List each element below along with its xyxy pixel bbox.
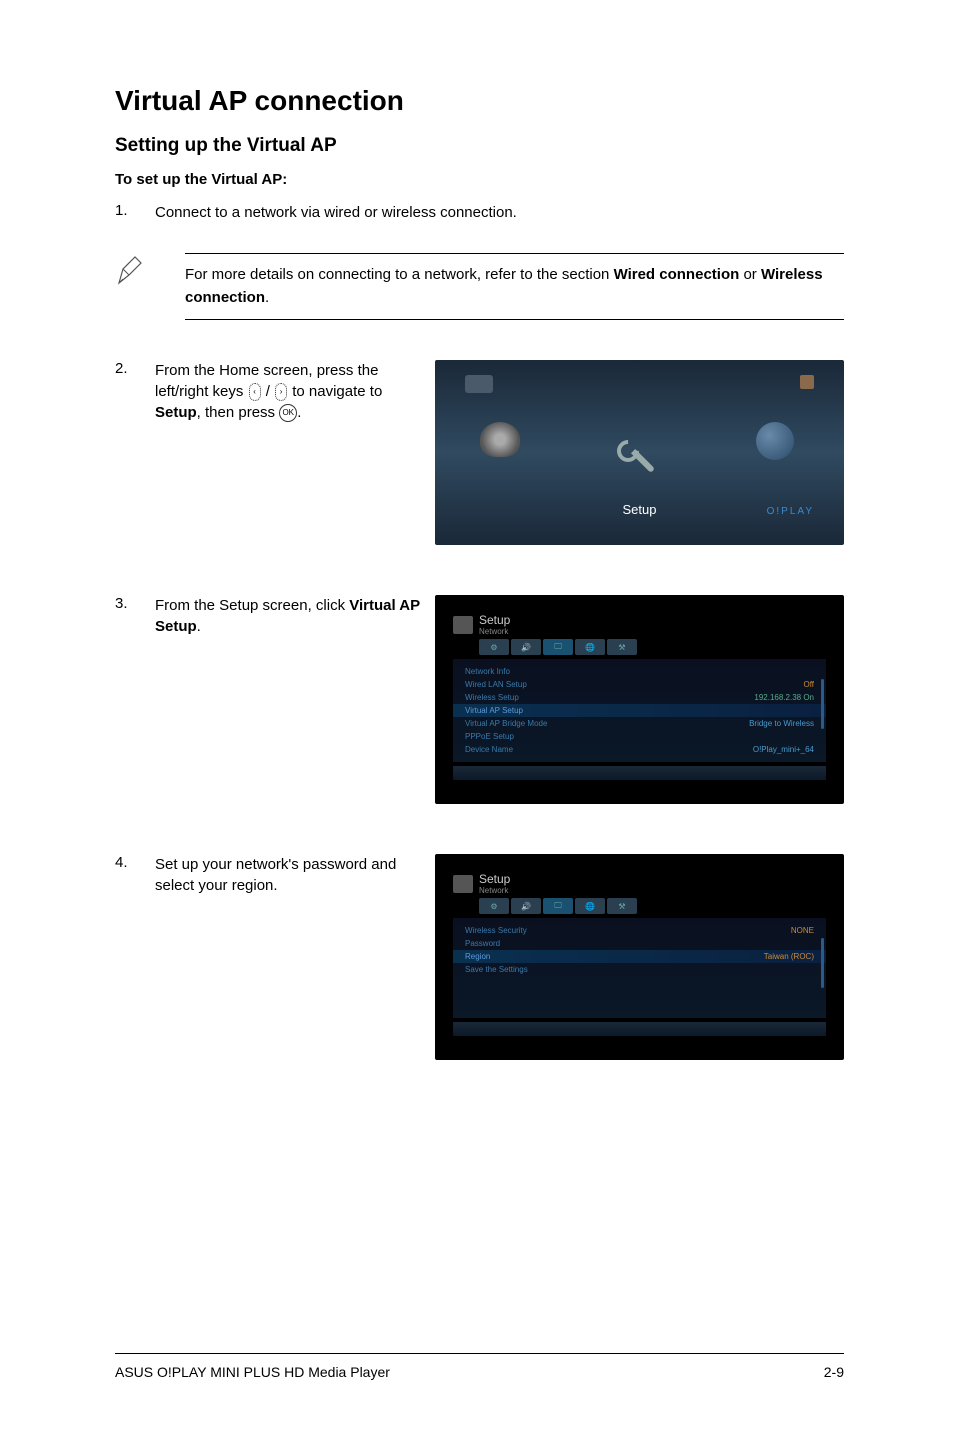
- setup-menu-row: Region Taiwan (ROC): [453, 950, 826, 963]
- setup-row-value: Taiwan (ROC): [764, 952, 814, 961]
- step-text: From the Home screen, press the left/rig…: [155, 360, 435, 423]
- setup-menu-row: Device Name O!Play_mini+_64: [465, 743, 814, 756]
- step-4: 4. Set up your network's password and se…: [115, 854, 844, 1060]
- setup-menu-row: Virtual AP Setup: [453, 704, 826, 717]
- brand-label: O!PLAY: [767, 506, 814, 517]
- setup-title: Setup: [479, 872, 510, 886]
- tab-icon: 🌐: [575, 898, 605, 914]
- network-setup-screenshot: Setup Network ⚙ 🔊 🖵 🌐 ⚒ Network Info Wire…: [435, 595, 844, 804]
- note-content: For more details on connecting to a netw…: [185, 253, 844, 320]
- pencil-note-icon: [115, 253, 185, 292]
- fan-image-icon: [480, 422, 520, 457]
- nav-left-icon: ‹: [248, 383, 262, 401]
- setup-row-label: Wired LAN Setup: [465, 680, 527, 689]
- setup-subtitle: Network: [479, 627, 510, 636]
- globe-icon: [756, 422, 794, 460]
- page-footer: ASUS O!PLAY MINI PLUS HD Media Player 2-…: [115, 1353, 844, 1380]
- tab-icon: 🖵: [543, 898, 573, 914]
- home-screenshot: Setup O!PLAY: [435, 360, 844, 545]
- setup-label: Setup: [623, 502, 657, 517]
- setup-row-label: Region: [465, 952, 490, 961]
- step-number: 2.: [115, 360, 155, 423]
- setup-row-label: Network Info: [465, 667, 510, 676]
- step-text: From the Setup screen, click Virtual AP …: [155, 595, 435, 637]
- tab-icon: 🌐: [575, 639, 605, 655]
- setup-row-label: Save the Settings: [465, 965, 528, 974]
- setup-row-value: 192.168.2.38 On: [754, 693, 814, 702]
- tab-icon: ⚙: [479, 898, 509, 914]
- tab-icon: ⚙: [479, 639, 509, 655]
- setup-row-value: Off: [803, 680, 814, 689]
- setup-menu-row: Wired LAN Setup Off: [465, 678, 814, 691]
- setup-row-label: Password: [465, 939, 500, 948]
- step-number: 1.: [115, 202, 155, 223]
- footer-right: 2-9: [824, 1364, 844, 1380]
- section-subtitle: Setting up the Virtual AP: [115, 135, 844, 157]
- setup-row-label: Wireless Security: [465, 926, 527, 935]
- setup-menu-row: Network Info: [465, 665, 814, 678]
- setup-row-value: NONE: [791, 926, 814, 935]
- nav-right-icon: ›: [274, 383, 288, 401]
- step-2: 2. From the Home screen, press the left/…: [115, 360, 844, 545]
- setup-row-label: Virtual AP Setup: [465, 706, 523, 715]
- step-number: 4.: [115, 854, 155, 896]
- setup-menu-row: PPPoE Setup: [465, 730, 814, 743]
- setup-row-label: Device Name: [465, 745, 513, 754]
- setup-subtitle: Network: [479, 886, 510, 895]
- tab-icon: ⚒: [607, 898, 637, 914]
- page-title: Virtual AP connection: [115, 85, 844, 117]
- section-subheading: To set up the Virtual AP:: [115, 171, 844, 188]
- step-text: Connect to a network via wired or wirele…: [155, 202, 517, 223]
- step-1: 1. Connect to a network via wired or wir…: [115, 202, 844, 223]
- wrench-icon: [615, 438, 665, 488]
- footer-left: ASUS O!PLAY MINI PLUS HD Media Player: [115, 1364, 390, 1380]
- setup-menu-row: Save the Settings: [465, 963, 814, 976]
- tab-icon: 🔊: [511, 898, 541, 914]
- step-3: 3. From the Setup screen, click Virtual …: [115, 595, 844, 804]
- tab-icon: 🔊: [511, 639, 541, 655]
- region-setup-screenshot: Setup Network ⚙ 🔊 🖵 🌐 ⚒ Wireless Securit…: [435, 854, 844, 1060]
- setup-menu-row: Virtual AP Bridge Mode Bridge to Wireless: [465, 717, 814, 730]
- step-text: Set up your network's password and selec…: [155, 854, 435, 896]
- scrollbar-icon: [821, 679, 824, 729]
- setup-row-value: O!Play_mini+_64: [753, 745, 814, 754]
- setup-header-icon: [453, 875, 473, 893]
- setup-tabs: ⚙ 🔊 🖵 🌐 ⚒: [453, 639, 826, 655]
- setup-header-icon: [453, 616, 473, 634]
- tab-icon: ⚒: [607, 639, 637, 655]
- setup-menu-row: Wireless Setup 192.168.2.38 On: [465, 691, 814, 704]
- setup-menu-row: Password: [465, 937, 814, 950]
- step-number: 3.: [115, 595, 155, 637]
- setup-tabs: ⚙ 🔊 🖵 🌐 ⚒: [453, 898, 826, 914]
- setup-title: Setup: [479, 613, 510, 627]
- setup-row-label: Virtual AP Bridge Mode: [465, 719, 547, 728]
- note-block: For more details on connecting to a netw…: [115, 253, 844, 320]
- setup-row-label: PPPoE Setup: [465, 732, 514, 741]
- setup-row-value: Bridge to Wireless: [749, 719, 814, 728]
- scrollbar-icon: [821, 938, 824, 988]
- ok-button-icon: OK: [279, 404, 297, 422]
- tab-icon: 🖵: [543, 639, 573, 655]
- setup-row-label: Wireless Setup: [465, 693, 519, 702]
- setup-menu-row: Wireless Security NONE: [465, 924, 814, 937]
